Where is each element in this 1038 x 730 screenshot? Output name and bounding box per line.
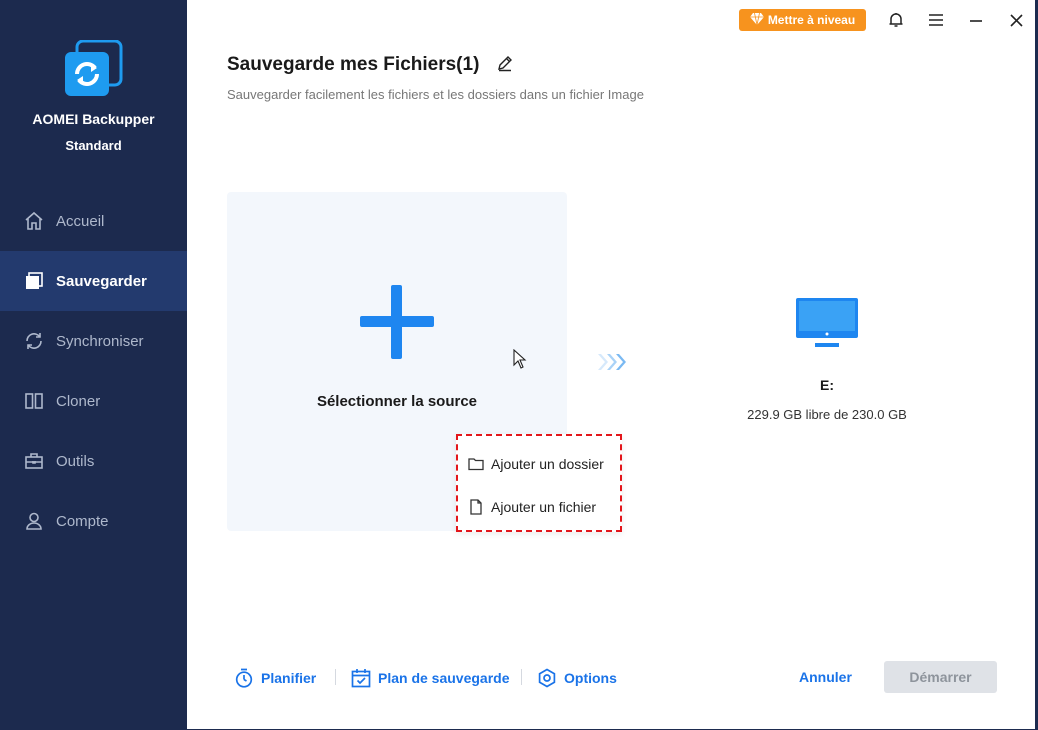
edit-icon[interactable] (496, 54, 514, 72)
plus-icon (360, 285, 434, 359)
main-panel: Mettre à niveau Sauvegarde mes Fichiers(… (187, 0, 1035, 729)
sync-icon (24, 331, 44, 351)
options-button[interactable]: Options (537, 666, 617, 690)
user-icon (24, 511, 44, 531)
options-label: Options (564, 670, 617, 686)
sidebar-item-label: Sauvegarder (56, 272, 147, 290)
sidebar-item-synchroniser[interactable]: Synchroniser (0, 311, 187, 371)
schedule-button[interactable]: Planifier (234, 666, 316, 690)
sidebar-item-outils[interactable]: Outils (0, 431, 187, 491)
sidebar: AOMEI Backupper Standard Accueil Sauvega… (0, 0, 187, 730)
add-folder-menu-item[interactable]: Ajouter un dossier (468, 454, 604, 474)
app-name: AOMEI Backupper (32, 111, 155, 127)
destination-selector[interactable] (796, 298, 858, 350)
upgrade-label: Mettre à niveau (767, 13, 856, 27)
backup-scheme-button[interactable]: Plan de sauvegarde (351, 666, 510, 690)
sidebar-item-sauvegarder[interactable]: Sauvegarder (0, 251, 187, 311)
destination-free-space: 229.9 GB libre de 230.0 GB (747, 407, 907, 422)
menu-item-label: Ajouter un dossier (491, 456, 604, 472)
destination-name: E: (820, 377, 834, 393)
diamond-icon (749, 12, 764, 28)
minimize-icon[interactable] (966, 10, 986, 30)
file-icon (468, 499, 484, 515)
calendar-check-icon (351, 668, 371, 688)
mouse-cursor-icon (513, 348, 527, 369)
schedule-label: Planifier (261, 670, 317, 686)
sidebar-item-label: Cloner (56, 392, 101, 410)
bell-icon[interactable] (886, 10, 906, 30)
app-logo-icon (63, 39, 123, 100)
folder-icon (468, 456, 484, 472)
menu-item-label: Ajouter un fichier (491, 499, 597, 515)
home-icon (24, 211, 44, 231)
upgrade-button[interactable]: Mettre à niveau (739, 9, 866, 31)
backup-icon (24, 271, 44, 291)
sidebar-item-label: Accueil (56, 212, 105, 230)
sidebar-item-label: Outils (56, 452, 95, 470)
gear-icon (537, 668, 557, 688)
separator (335, 669, 336, 685)
cancel-button[interactable]: Annuler (799, 669, 852, 685)
sidebar-item-label: Compte (56, 512, 109, 530)
sidebar-item-cloner[interactable]: Cloner (0, 371, 187, 431)
sidebar-item-compte[interactable]: Compte (0, 491, 187, 551)
close-icon[interactable] (1006, 10, 1026, 30)
tools-icon (24, 451, 44, 471)
page-title: Sauvegarde mes Fichiers(1) (227, 54, 480, 75)
menu-icon[interactable] (926, 10, 946, 30)
sidebar-item-accueil[interactable]: Accueil (0, 191, 187, 251)
chevrons-right-icon (596, 351, 628, 373)
page-subtitle: Sauvegarder facilement les fichiers et l… (227, 87, 644, 102)
start-button[interactable]: Démarrer (884, 661, 997, 693)
stopwatch-icon (234, 668, 254, 688)
backup-scheme-label: Plan de sauvegarde (378, 670, 510, 686)
app-edition: Standard (65, 138, 122, 153)
add-file-menu-item[interactable]: Ajouter un fichier (468, 497, 596, 517)
monitor-icon (796, 298, 858, 347)
sidebar-nav: Accueil Sauvegarder Synchroniser Cloner … (0, 191, 187, 551)
clone-icon (24, 391, 44, 411)
separator (521, 669, 522, 685)
source-dropdown-menu: Ajouter un dossier Ajouter un fichier (456, 434, 622, 532)
sidebar-item-label: Synchroniser (56, 332, 144, 350)
source-label: Sélectionner la source (316, 393, 478, 410)
